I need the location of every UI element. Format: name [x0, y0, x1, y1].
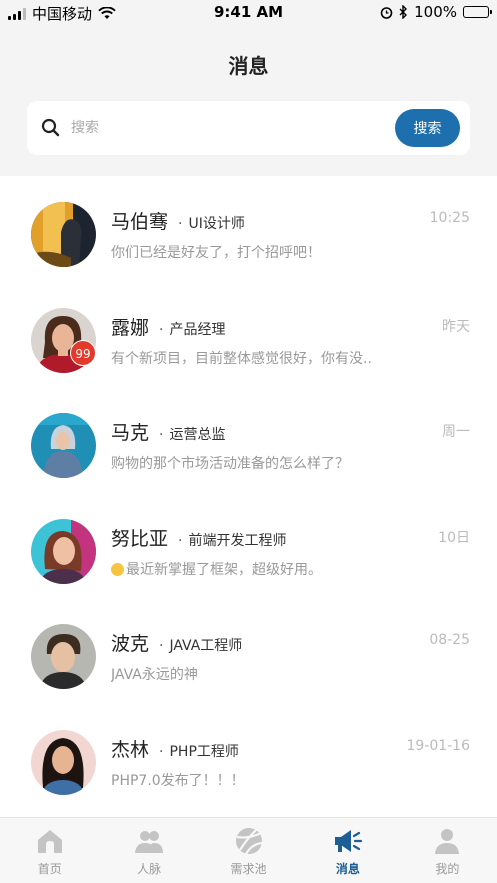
- contact-name: 杰林 · PHP工程师: [111, 738, 239, 761]
- tab-bar: 首页 人脉 需求池 消息 我的: [0, 817, 497, 883]
- message-time: 08-25: [429, 632, 470, 648]
- contact-name: 露娜 · 产品经理: [111, 316, 226, 339]
- tab-label: 人脉: [137, 862, 162, 876]
- status-right: 100%: [380, 3, 492, 21]
- search-input[interactable]: [71, 113, 371, 143]
- tab-messages[interactable]: 消息: [298, 818, 397, 883]
- battery-percent: 100%: [414, 3, 457, 21]
- message-preview: PHP7.0发布了！！！: [111, 772, 245, 789]
- pool-icon: [235, 828, 262, 855]
- tab-profile[interactable]: 我的: [398, 818, 497, 883]
- avatar: [31, 202, 96, 267]
- unread-badge: 99: [70, 340, 96, 366]
- profile-icon: [435, 829, 460, 854]
- search-icon: [41, 118, 60, 137]
- conversation-item[interactable]: 杰林 · PHP工程师 19-01-16 PHP7.0发布了！！！: [0, 704, 497, 810]
- message-preview: 购物的那个市场活动准备的怎么样了？: [111, 456, 349, 472]
- avatar: [31, 729, 96, 795]
- contact-role: 运营总监: [169, 427, 226, 443]
- contact-name: 波克 · JAVA工程师: [111, 633, 243, 655]
- contact-name: 马克 · 运营总监: [111, 422, 226, 444]
- search-bar: 搜索: [27, 101, 470, 155]
- smile-emoji-icon: [111, 562, 124, 576]
- message-preview: 最近新掌握了框架，超级好用。: [111, 559, 411, 579]
- contact-role: UI设计师: [188, 216, 245, 232]
- conversation-item[interactable]: 马克 · 运营总监 周一 购物的那个市场活动准备的怎么样了？: [0, 387, 497, 493]
- bluetooth-icon: [399, 5, 408, 19]
- tab-label: 消息: [335, 862, 360, 876]
- contact-role: 前端开发工程师: [188, 532, 287, 549]
- tab-label: 首页: [37, 862, 62, 876]
- home-icon: [37, 830, 62, 853]
- message-preview: JAVA永远的神: [111, 667, 198, 683]
- conversation-list: 马伯骞 · UI设计师 10:25 你们已经是好友了，打个招呼吧！ 露娜 · 产品经理 …: [0, 176, 497, 809]
- tab-label: 需求池: [230, 862, 267, 876]
- contact-role: PHP工程师: [169, 743, 239, 760]
- conversation-item[interactable]: 努比亚 · 前端开发工程师 10日 最近新掌握了框架，超级好用。: [0, 493, 497, 599]
- conversation-item[interactable]: 马伯骞 · UI设计师 10:25 你们已经是好友了，打个招呼吧！: [0, 176, 497, 282]
- message-time: 10日: [438, 529, 470, 546]
- battery-icon: [463, 6, 492, 18]
- contact-role: JAVA工程师: [169, 638, 243, 654]
- conversation-item[interactable]: 露娜 · 产品经理 昨天 有个新项目，目前整体感觉很好，你有没..: [0, 282, 497, 388]
- avatar: [31, 413, 96, 478]
- message-time: 昨天: [442, 318, 470, 335]
- tab-demand-pool[interactable]: 需求池: [199, 818, 298, 883]
- message-time: 19-01-16: [406, 737, 470, 754]
- header: 消息 搜索: [0, 24, 497, 176]
- message-preview: 你们已经是好友了，打个招呼吧！: [111, 245, 321, 261]
- tab-label: 我的: [435, 862, 460, 876]
- megaphone-icon: [334, 830, 363, 852]
- conversation-item[interactable]: 波克 · JAVA工程师 08-25 JAVA永远的神: [0, 598, 497, 704]
- page-title: 消息: [228, 54, 269, 78]
- contacts-icon: [135, 831, 164, 853]
- contact-name: 马伯骞 · UI设计师: [111, 211, 245, 233]
- alarm-icon: [380, 6, 393, 19]
- message-preview: 有个新项目，目前整体感觉很好，你有没..: [111, 350, 372, 367]
- tab-contacts[interactable]: 人脉: [99, 818, 198, 883]
- avatar: [31, 518, 96, 584]
- avatar: [31, 624, 96, 689]
- contact-role: 产品经理: [169, 321, 226, 338]
- contact-name: 努比亚 · 前端开发工程师: [111, 527, 287, 550]
- status-bar: 中国移动 9:41 AM 100%: [0, 0, 497, 24]
- message-time: 10:25: [429, 210, 470, 226]
- message-time: 周一: [442, 424, 470, 440]
- search-button[interactable]: 搜索: [395, 109, 460, 147]
- tab-home[interactable]: 首页: [0, 818, 99, 883]
